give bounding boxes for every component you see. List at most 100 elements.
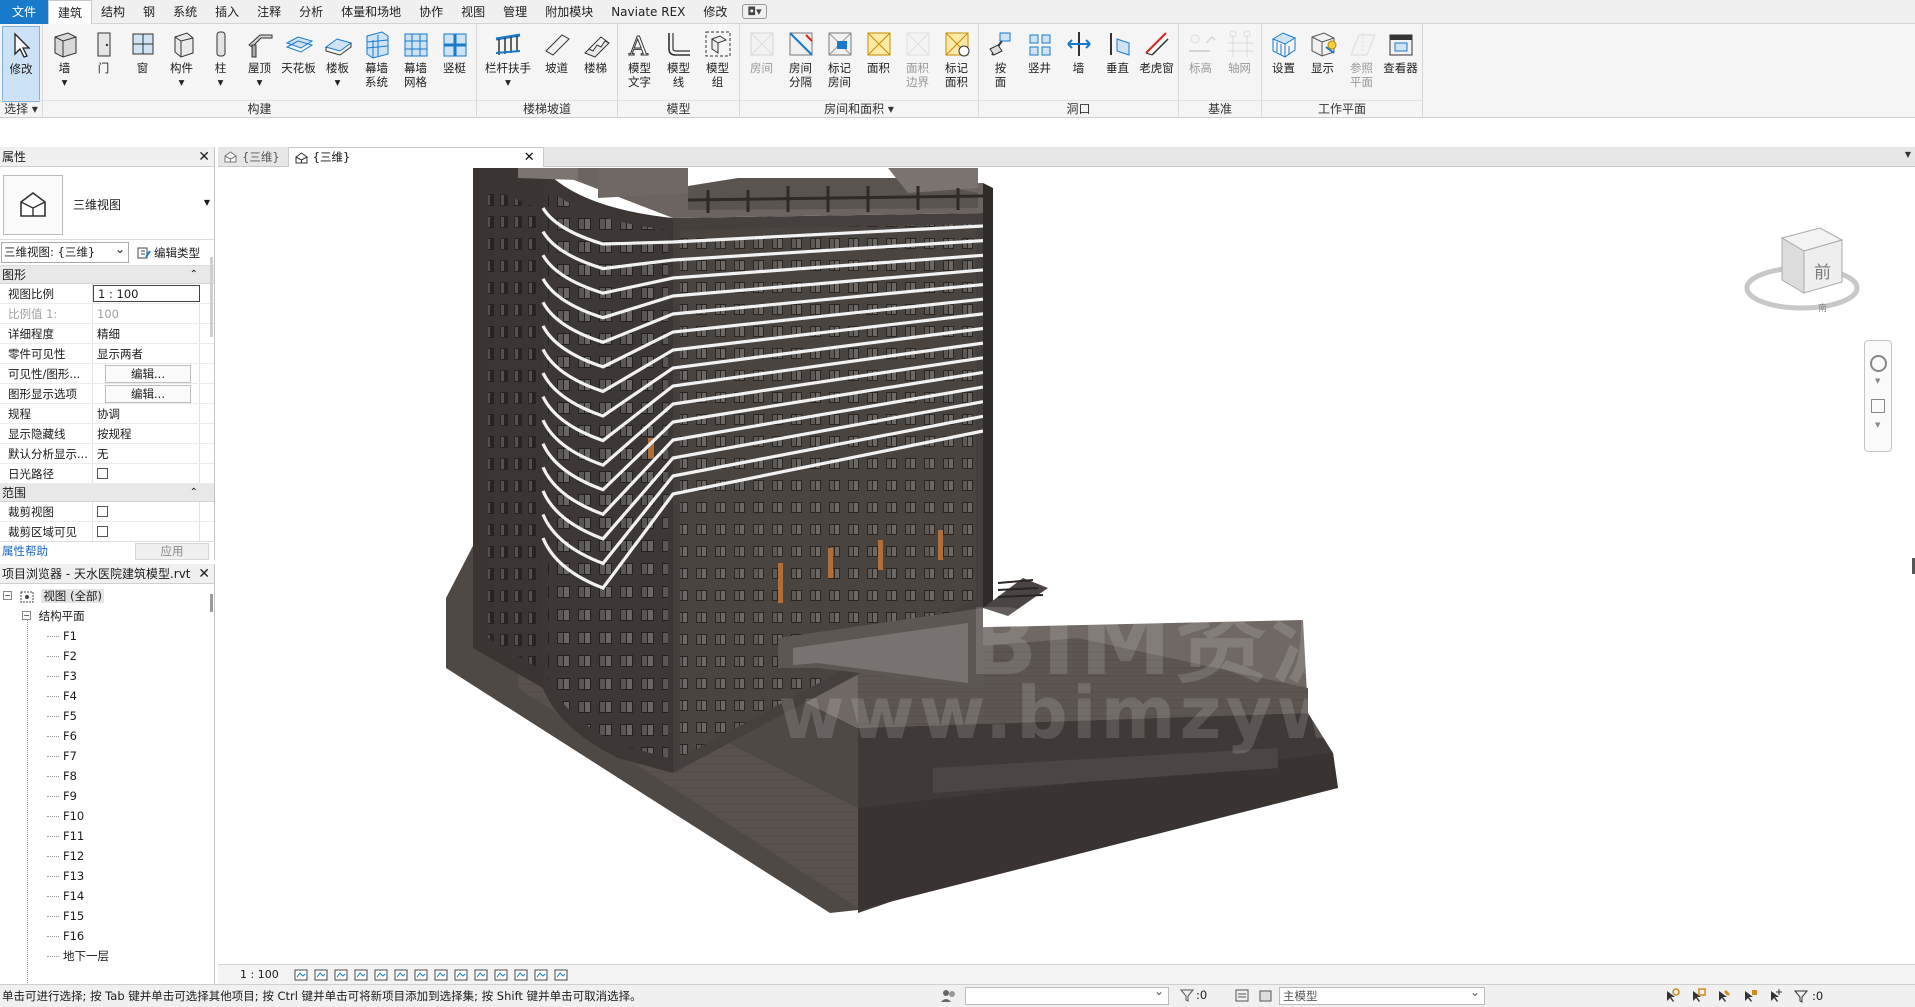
contextual-tab-dropdown[interactable]: ◘▾ <box>742 4 767 19</box>
ribbon-button-wall-opening[interactable]: 墙 <box>1059 26 1098 102</box>
worksharing-icon[interactable] <box>940 988 958 1006</box>
menu-tab-3[interactable]: 钢 <box>134 0 164 24</box>
menu-tab-1[interactable]: 建筑 <box>48 0 93 24</box>
tree-item-level[interactable]: F11 <box>0 826 214 846</box>
ribbon-button-grid[interactable]: 轴网 <box>1220 26 1259 102</box>
view-scale[interactable]: 1 : 100 <box>240 968 279 981</box>
ribbon-button-tag-room[interactable]: 标记 房间 <box>820 26 859 102</box>
select-by-face-icon[interactable] <box>1742 988 1758 1004</box>
ribbon-button-model-text[interactable]: A 模型 文字 <box>620 26 659 102</box>
tree-item-level[interactable]: F9 <box>0 786 214 806</box>
chevron-down-icon[interactable]: ▼ <box>1875 421 1880 429</box>
ribbon-button-curtain-system[interactable]: 幕墙 系统 <box>357 26 396 102</box>
tree-item-level[interactable]: F10 <box>0 806 214 826</box>
unlock-3d-icon[interactable] <box>433 968 449 982</box>
editing-requests-icon[interactable] <box>1234 988 1250 1006</box>
ribbon-button-railing[interactable]: 栏杆扶手 ▾ <box>479 26 537 102</box>
collapse-icon[interactable]: − <box>3 591 12 600</box>
ribbon-button-shaft[interactable]: 竖井 <box>1020 26 1059 102</box>
property-value[interactable]: 编辑... <box>93 364 200 383</box>
tree-folder-structural-plans[interactable]: − 结构平面 <box>0 606 214 626</box>
tab-3d-view-inactive[interactable]: {三维} <box>218 147 288 167</box>
property-section-header[interactable]: 范围 ⌃ <box>0 484 214 502</box>
property-edit-button[interactable]: 编辑... <box>105 365 191 383</box>
ribbon-button-ramp[interactable]: 坡道 <box>537 26 576 102</box>
building-model[interactable] <box>218 168 1915 964</box>
menu-tab-10[interactable]: 视图 <box>452 0 494 24</box>
ribbon-button-set[interactable]: 设置 <box>1264 26 1303 102</box>
apply-button[interactable]: 应用 <box>135 542 209 560</box>
tree-item-level[interactable]: 地下一层 <box>0 946 214 966</box>
type-selector[interactable]: 三维视图 ▼ <box>0 170 214 240</box>
crop-view-icon[interactable] <box>393 968 409 982</box>
ribbon-group-title[interactable]: 房间和面积 ▾ <box>740 100 978 118</box>
collapse-icon[interactable]: ⌃ <box>190 484 198 502</box>
menu-tab-11[interactable]: 管理 <box>494 0 536 24</box>
menu-tab-6[interactable]: 注释 <box>248 0 290 24</box>
property-value[interactable]: 1 : 100 <box>93 285 200 302</box>
ribbon-button-room[interactable]: 房间 <box>742 26 781 102</box>
chevron-down-icon[interactable]: ▼ <box>1875 377 1880 385</box>
viewcube-compass-label[interactable]: 南 <box>1818 301 1827 314</box>
chevron-down-icon[interactable]: ▼ <box>1905 150 1911 159</box>
ribbon-button-component[interactable]: 构件 ▾ <box>162 26 201 102</box>
temp-hide-icon[interactable] <box>453 968 469 982</box>
menu-tab-0[interactable]: 文件 <box>0 0 49 24</box>
sun-path-icon[interactable] <box>333 968 349 982</box>
menu-tab-12[interactable]: 附加模块 <box>536 0 602 24</box>
close-icon[interactable]: ✕ <box>524 148 535 167</box>
property-value[interactable]: 显示两者 <box>93 344 200 363</box>
property-checkbox[interactable] <box>97 468 108 479</box>
property-value[interactable]: 协调 <box>93 404 200 423</box>
render-icon[interactable] <box>373 968 389 982</box>
properties-scrollbar[interactable] <box>210 257 213 337</box>
ribbon-button-ceiling[interactable]: 天花板 <box>279 26 318 102</box>
view-cube[interactable]: 前 南 <box>1742 218 1862 328</box>
select-pinned-icon[interactable] <box>1716 988 1732 1004</box>
tree-item-level[interactable]: F1 <box>0 626 214 646</box>
property-edit-button[interactable]: 编辑... <box>105 385 191 403</box>
ribbon-button-vertical[interactable]: 垂直 <box>1098 26 1137 102</box>
ribbon-button-roof[interactable]: 屋顶 ▾ <box>240 26 279 102</box>
shadows-icon[interactable] <box>353 968 369 982</box>
close-icon[interactable]: ✕ <box>198 147 210 167</box>
drag-elements-icon[interactable] <box>1768 988 1784 1004</box>
zoom-icon[interactable] <box>1871 399 1885 413</box>
chevron-down-icon[interactable]: ▼ <box>204 198 210 207</box>
property-value[interactable] <box>93 502 200 521</box>
tree-item-level[interactable]: F8 <box>0 766 214 786</box>
properties-help-link[interactable]: 属性帮助 <box>0 543 48 559</box>
ribbon-button-viewer[interactable]: 查看器 <box>1381 26 1420 102</box>
steering-wheel-icon[interactable] <box>1870 355 1887 372</box>
active-model-select[interactable]: 主模型 <box>1279 984 1485 1005</box>
menu-tab-14[interactable]: 修改 <box>694 0 736 24</box>
ribbon-button-wall[interactable]: 墙 ▾ <box>45 26 84 102</box>
property-value[interactable] <box>93 522 200 541</box>
visual-style-icon[interactable] <box>313 968 329 982</box>
tree-item-level[interactable]: F7 <box>0 746 214 766</box>
property-section-header[interactable]: 图形 ⌃ <box>0 266 214 284</box>
ribbon-button-tag-area[interactable]: 标记 面积 <box>937 26 976 102</box>
ribbon-button-model-group[interactable]: 模型 组 <box>698 26 737 102</box>
ribbon-group-title[interactable]: 选择 ▾ <box>0 100 42 118</box>
ribbon-button-show[interactable]: 显示 <box>1303 26 1342 102</box>
filter-icon[interactable] <box>1794 989 1808 1003</box>
tree-root-views[interactable]: − 视图 (全部) <box>0 586 214 606</box>
tree-item-level[interactable]: F13 <box>0 866 214 886</box>
collapse-icon[interactable]: ⌃ <box>190 266 198 284</box>
viewcube-front-face[interactable]: 前 <box>1814 258 1831 283</box>
menu-tab-7[interactable]: 分析 <box>290 0 332 24</box>
property-value[interactable]: 按规程 <box>93 424 200 443</box>
tree-item-level[interactable]: F12 <box>0 846 214 866</box>
ribbon-button-floor[interactable]: 楼板 ▾ <box>318 26 357 102</box>
menu-tab-2[interactable]: 结构 <box>92 0 134 24</box>
menu-tab-8[interactable]: 体量和场地 <box>332 0 410 24</box>
reveal-hidden-icon[interactable] <box>473 968 489 982</box>
workset-select[interactable] <box>965 984 1169 1005</box>
highlight-displacement-icon[interactable] <box>553 968 569 982</box>
tree-item-level[interactable]: F14 <box>0 886 214 906</box>
ribbon-button-curtain-grid[interactable]: 幕墙 网格 <box>396 26 435 102</box>
property-value[interactable]: 精细 <box>93 324 200 343</box>
ribbon-button-by-face[interactable]: 按 面 <box>981 26 1020 102</box>
3d-viewport[interactable]: BIM资源网 www.bimzyw.com 前 南 ▼ ▼ <box>218 168 1915 964</box>
